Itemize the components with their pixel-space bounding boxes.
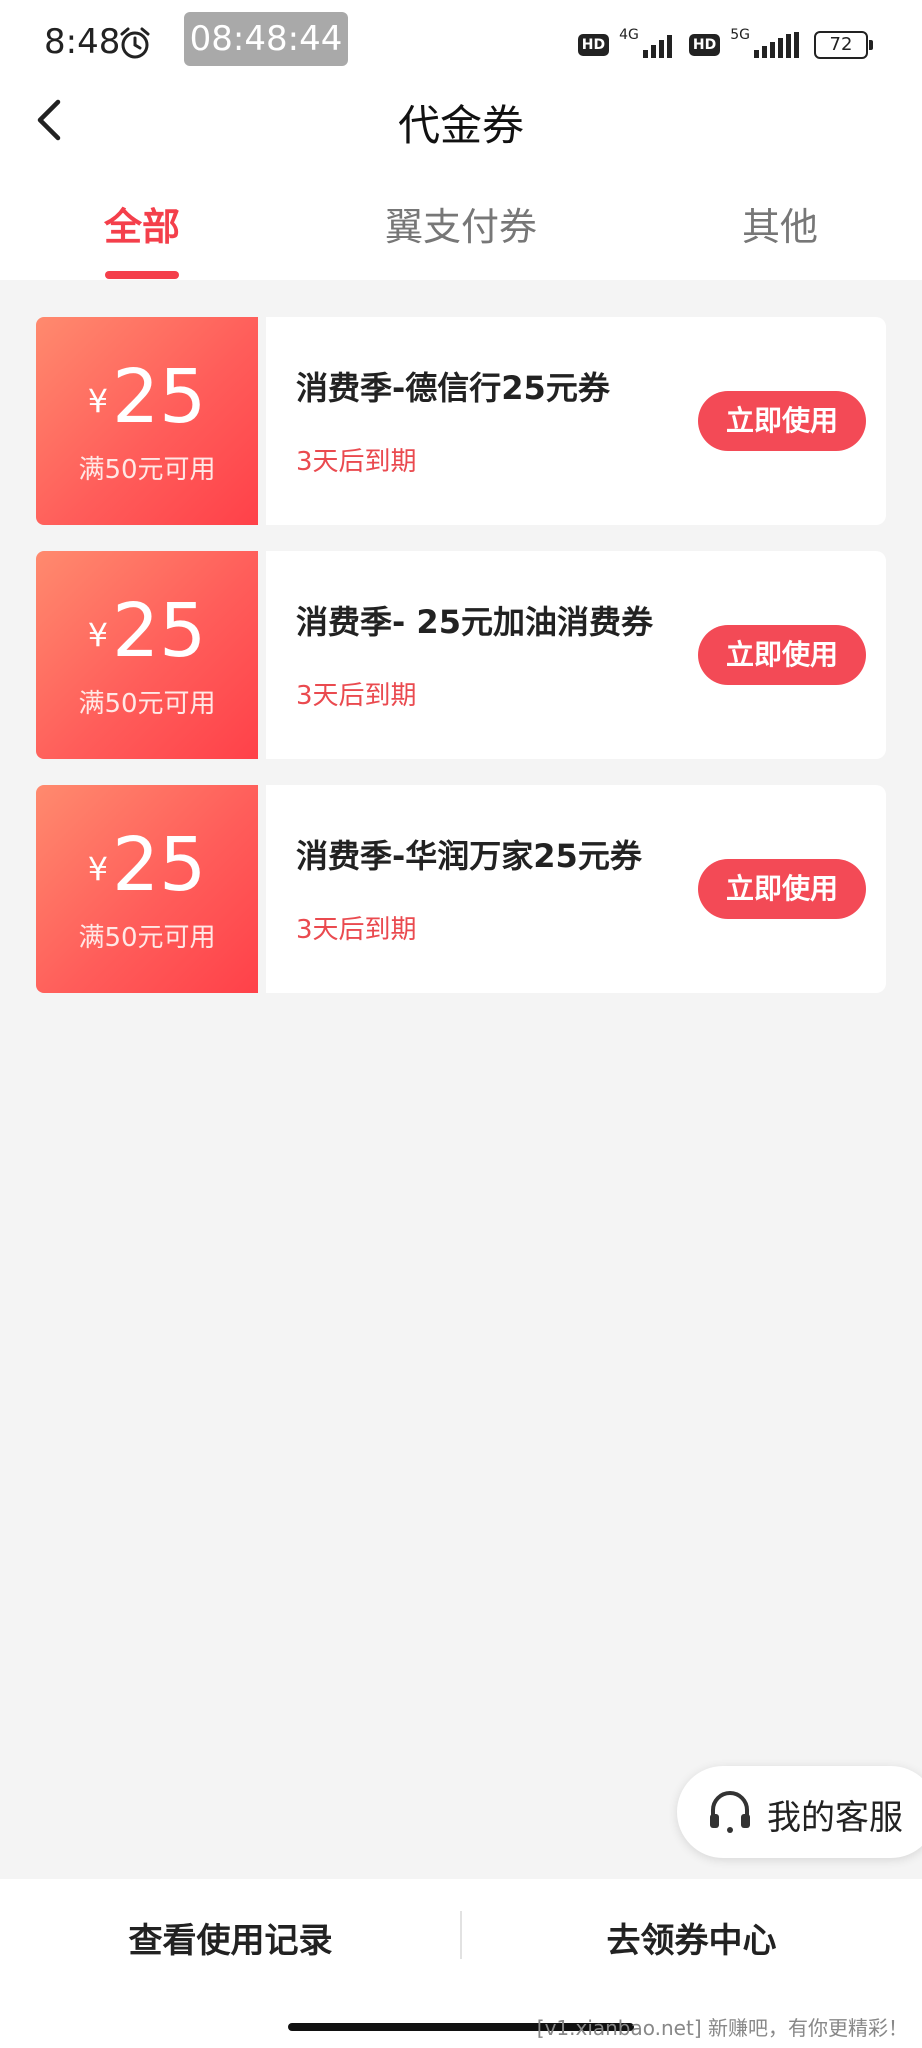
currency-symbol: ¥ (87, 616, 109, 655)
coupon-amount: ¥25 (36, 591, 258, 675)
coupon-name: 消费季-德信行25元券 (296, 369, 610, 407)
amount-value: 25 (112, 588, 207, 674)
battery-icon: 72 (814, 31, 873, 59)
hd-badge: HD (577, 34, 610, 56)
coupon-info-panel: 消费季-华润万家25元券 3天后到期 立即使用 (266, 785, 886, 993)
customer-service-label: 我的客服 (767, 1798, 903, 1838)
coupon-info-panel: 消费季- 25元加油消费券 3天后到期 立即使用 (266, 551, 886, 759)
coupon-value-panel: ¥25 满50元可用 (36, 551, 258, 759)
coupon-expiry: 3天后到期 (296, 681, 417, 711)
coupon-condition: 满50元可用 (78, 455, 216, 485)
use-now-button[interactable]: 立即使用 (698, 391, 866, 451)
coupon-card: ¥25 满50元可用 消费季- 25元加油消费券 3天后到期 立即使用 (36, 551, 886, 759)
tab-other[interactable]: 其他 (680, 196, 880, 251)
coupon-card: ¥25 满50元可用 消费季-华润万家25元券 3天后到期 立即使用 (36, 785, 886, 993)
customer-service-button[interactable]: 我的客服 (677, 1766, 922, 1858)
currency-symbol: ¥ (87, 850, 109, 889)
coupon-expiry: 3天后到期 (296, 447, 417, 477)
hd-badge-2: HD (688, 34, 721, 56)
coupon-condition: 满50元可用 (78, 923, 216, 953)
signal-icon-2 (754, 32, 799, 58)
amount-value: 25 (112, 822, 207, 908)
headset-icon (710, 1791, 750, 1833)
usage-history-button[interactable]: 查看使用记录 (0, 1913, 461, 1962)
alarm-icon (120, 27, 150, 59)
currency-symbol: ¥ (87, 382, 109, 421)
tab-underline (105, 271, 179, 279)
page-title: 代金券 (397, 101, 524, 150)
status-bar: 8:48 08:48:44 HD 4G HD 5G 72 (0, 0, 922, 84)
coupon-name: 消费季- 25元加油消费券 (296, 603, 653, 641)
signal-icon (642, 35, 672, 58)
use-now-button[interactable]: 立即使用 (698, 859, 866, 919)
coupon-info-panel: 消费季-德信行25元券 3天后到期 立即使用 (266, 317, 886, 525)
watermark: [v1.xianbao.net] 新赚吧，有你更精彩！ (536, 2016, 908, 2040)
status-time: 8:48 (44, 22, 121, 62)
coupon-card: ¥25 满50元可用 消费季-德信行25元券 3天后到期 立即使用 (36, 317, 886, 525)
coupon-condition: 满50元可用 (78, 689, 216, 719)
coupon-amount: ¥25 (36, 357, 258, 441)
use-now-button[interactable]: 立即使用 (698, 625, 866, 685)
bottom-bar: 查看使用记录 去领券中心 [v1.xianbao.net] 新赚吧，有你更精彩！ (0, 1879, 922, 2048)
status-icons: HD 4G HD 5G 72 (577, 22, 873, 68)
coupon-center-button[interactable]: 去领券中心 (461, 1913, 922, 1962)
network-type-2: 5G (730, 27, 750, 43)
coupon-name: 消费季-华润万家25元券 (296, 837, 642, 875)
coupon-value-panel: ¥25 满50元可用 (36, 317, 258, 525)
tab-all[interactable]: 全部 (42, 196, 242, 251)
coupon-amount: ¥25 (36, 825, 258, 909)
network-type-1: 4G (619, 27, 639, 43)
amount-value: 25 (112, 354, 207, 440)
clock-overlay: 08:48:44 (184, 12, 348, 66)
tab-bestpay[interactable]: 翼支付券 (361, 196, 561, 251)
coupon-expiry: 3天后到期 (296, 915, 417, 945)
coupon-value-panel: ¥25 满50元可用 (36, 785, 258, 993)
